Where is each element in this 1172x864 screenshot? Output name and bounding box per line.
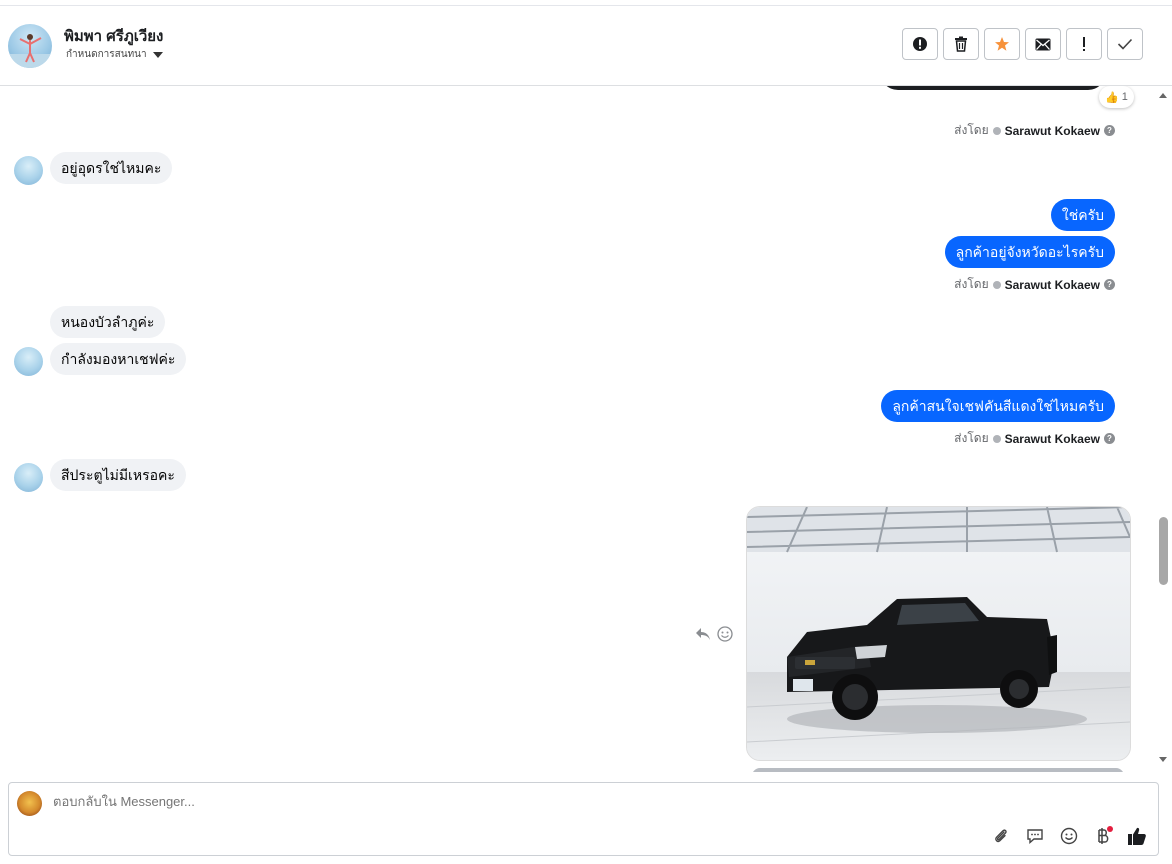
help-icon[interactable]: ? <box>1104 279 1115 290</box>
message-thread[interactable]: 👍 1 ส่งโดย Sarawut Kokaew ? อยู่อุดรใช่ไ… <box>0 86 1158 772</box>
schedule-label: กำหนดการสนทนา <box>66 49 147 60</box>
agent-dot-icon <box>992 280 1001 289</box>
scroll-up-arrow-icon[interactable] <box>1159 93 1167 98</box>
outgoing-message[interactable]: ลูกค้าสนใจเชฟคันสีแดงใช่ไหมครับ <box>881 390 1115 422</box>
agent-dot-icon <box>992 126 1001 135</box>
sent-by-line: ส่งโดย Sarawut Kokaew ? <box>954 429 1115 448</box>
avatar[interactable] <box>8 24 52 68</box>
reaction-count: 1 <box>1121 91 1128 103</box>
agent-name: Sarawut Kokaew <box>1004 431 1100 446</box>
agent-dot-icon <box>992 434 1001 443</box>
star-button[interactable] <box>984 28 1020 60</box>
star-icon <box>995 37 1009 51</box>
reply-input[interactable] <box>53 794 753 809</box>
reply-icon[interactable] <box>695 627 711 641</box>
saved-replies-button[interactable] <box>1024 825 1046 847</box>
payment-button[interactable] <box>1092 825 1114 847</box>
conversation-header: พิมพา ศรีภูเวียง กำหนดการสนทนา <box>0 6 1172 86</box>
next-photo-edge <box>752 768 1124 772</box>
envelope-icon <box>1035 38 1051 50</box>
outgoing-message[interactable]: ลูกค้าอยู่จังหวัดอะไรครับ <box>944 236 1115 268</box>
important-button[interactable] <box>1066 28 1102 60</box>
truck-photo[interactable] <box>746 506 1131 761</box>
scroll-down-arrow-icon[interactable] <box>1159 757 1167 762</box>
mark-done-button[interactable] <box>1107 28 1143 60</box>
reply-composer <box>8 782 1159 856</box>
emoji-button[interactable] <box>1058 825 1080 847</box>
caret-down-icon <box>152 51 163 58</box>
sent-by-prefix: ส่งโดย <box>954 277 989 291</box>
incoming-message[interactable]: อยู่อุดรใช่ไหมคะ <box>50 152 173 184</box>
contact-name: พิมพา ศรีภูเวียง <box>64 28 164 45</box>
mark-unread-button[interactable] <box>1025 28 1061 60</box>
help-icon[interactable]: ? <box>1104 433 1115 444</box>
sent-by-line: ส่งโดย Sarawut Kokaew ? <box>954 275 1115 294</box>
action-toolbar <box>902 28 1143 60</box>
exclamation-icon <box>1083 37 1085 51</box>
outgoing-message[interactable]: ใช่ครับ <box>1050 199 1115 231</box>
delete-button[interactable] <box>943 28 979 60</box>
smiley-icon <box>1060 827 1078 845</box>
agent-name: Sarawut Kokaew <box>1004 277 1100 292</box>
agent-name: Sarawut Kokaew <box>1004 123 1100 138</box>
attach-button[interactable] <box>990 825 1012 847</box>
scrollbar-thumb[interactable] <box>1159 517 1168 585</box>
photo-actions <box>695 626 733 642</box>
sent-by-line: ส่งโดย Sarawut Kokaew ? <box>954 121 1115 140</box>
report-icon <box>913 37 927 51</box>
thumbs-up-emoji: 👍 <box>1105 91 1119 104</box>
help-icon[interactable]: ? <box>1104 125 1115 136</box>
trash-icon <box>955 36 967 52</box>
paperclip-icon <box>995 829 1007 843</box>
composer-toolbar <box>990 825 1148 847</box>
previous-message-bubble <box>880 86 1106 90</box>
incoming-message[interactable]: หนองบัวลำภูค่ะ <box>50 306 166 338</box>
incoming-message[interactable]: กำลังมองหาเชฟค่ะ <box>50 343 187 375</box>
avatar[interactable] <box>14 156 43 185</box>
thumbs-up-icon <box>1128 827 1146 845</box>
schedule-dropdown[interactable]: กำหนดการสนทนา <box>66 47 163 62</box>
page-avatar <box>17 791 42 816</box>
check-icon <box>1117 38 1133 50</box>
react-smiley-icon[interactable] <box>717 626 733 642</box>
send-like-button[interactable] <box>1126 825 1148 847</box>
avatar[interactable] <box>14 463 43 492</box>
notification-dot <box>1107 826 1113 832</box>
comment-icon <box>1027 829 1043 845</box>
incoming-message[interactable]: สีประตูไม่มีเหรอคะ <box>50 459 186 491</box>
sent-by-prefix: ส่งโดย <box>954 123 989 137</box>
sent-by-prefix: ส่งโดย <box>954 431 989 445</box>
reaction-badge[interactable]: 👍 1 <box>1099 86 1134 108</box>
avatar[interactable] <box>14 347 43 376</box>
report-button[interactable] <box>902 28 938 60</box>
scrollbar[interactable] <box>1158 86 1172 772</box>
